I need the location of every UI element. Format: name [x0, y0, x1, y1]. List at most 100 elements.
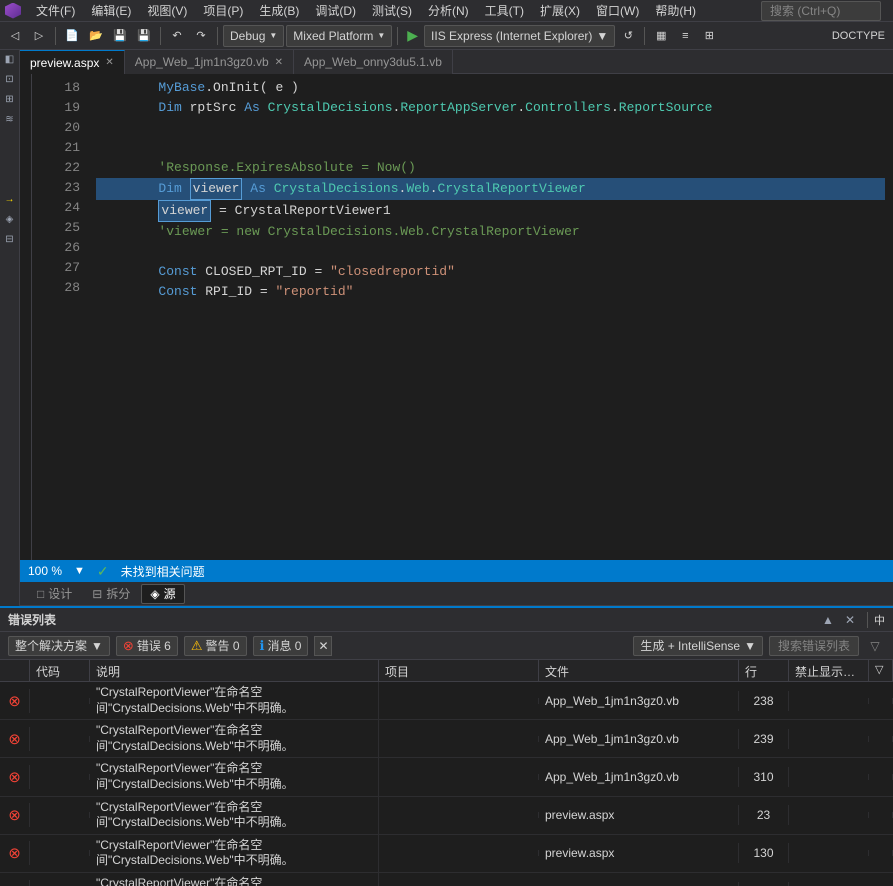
- no-issues-icon: ✓: [97, 563, 109, 580]
- error-row-4[interactable]: ⊗ "CrystalReportViewer"在命名空间"CrystalDeci…: [0, 835, 893, 873]
- layout-btn1[interactable]: ▦: [650, 25, 672, 47]
- col-file[interactable]: 文件: [539, 660, 739, 681]
- menu-extend[interactable]: 扩展(X): [532, 0, 588, 21]
- save-all-btn[interactable]: 💾: [133, 25, 155, 47]
- line-numbers: 18 19 20 21 22 23 24 25 26 27 28: [48, 74, 88, 560]
- menu-file[interactable]: 文件(F): [28, 0, 83, 21]
- error-row-0[interactable]: ⊗ "CrystalReportViewer"在命名空间"CrystalDeci…: [0, 682, 893, 720]
- back-btn[interactable]: ◁: [4, 25, 26, 47]
- sidebar-icon-3[interactable]: ⊞: [2, 94, 18, 110]
- error-row-1[interactable]: ⊗ "CrystalReportViewer"在命名空间"CrystalDeci…: [0, 720, 893, 758]
- sidebar-icon-6[interactable]: ⊟: [2, 234, 18, 250]
- fwd-btn[interactable]: ▷: [28, 25, 50, 47]
- menu-edit[interactable]: 编辑(E): [83, 0, 139, 21]
- error-icon-2: ⊗: [0, 765, 30, 789]
- warning-icon: ⚠: [191, 638, 203, 654]
- menu-help[interactable]: 帮助(H): [647, 0, 704, 21]
- filter-btn[interactable]: ✕: [314, 636, 332, 656]
- error-x-icon: ⊗: [123, 638, 134, 654]
- menu-debug[interactable]: 调试(D): [307, 0, 364, 21]
- col-indicator: [0, 660, 30, 681]
- error-code-1: [30, 736, 90, 742]
- error-row-5[interactable]: ⊗ "CrystalReportViewer"在命名空间"CrystalDeci…: [0, 873, 893, 886]
- editor-area: preview.aspx ✕ App_Web_1jm1n3gz0.vb ✕ Ap…: [20, 50, 893, 606]
- error-line-4: 130: [739, 843, 789, 863]
- tab-preview-aspx[interactable]: preview.aspx ✕: [20, 50, 125, 74]
- tab-split[interactable]: ⊟ 拆分: [83, 584, 139, 604]
- menu-view[interactable]: 视图(V): [139, 0, 195, 21]
- undo-btn[interactable]: ↶: [166, 25, 188, 47]
- error-row-2[interactable]: ⊗ "CrystalReportViewer"在命名空间"CrystalDeci…: [0, 758, 893, 796]
- code-content[interactable]: MyBase.OnInit( e ) Dim rptSrc As Crystal…: [88, 74, 893, 560]
- code-line-26: [96, 242, 885, 262]
- platform-dropdown[interactable]: Mixed Platform ▼: [286, 25, 392, 47]
- code-line-19: Dim rptSrc As CrystalDecisions.ReportApp…: [96, 98, 885, 118]
- close-tab-1-icon[interactable]: ✕: [275, 57, 283, 68]
- error-row-3[interactable]: ⊗ "CrystalReportViewer"在命名空间"CrystalDeci…: [0, 797, 893, 835]
- save-btn[interactable]: 💾: [109, 25, 131, 47]
- error-msg-0: "CrystalReportViewer"在命名空间"CrystalDecisi…: [90, 682, 379, 719]
- menu-analyze[interactable]: 分析(N): [420, 0, 477, 21]
- menu-build[interactable]: 生成(B): [251, 0, 307, 21]
- warning-count-badge[interactable]: ⚠ 警告 0: [184, 636, 247, 656]
- col-suppress[interactable]: 禁止显示状态: [789, 660, 869, 681]
- code-line-28: Const RPI_ID = "reportid": [96, 282, 885, 302]
- error-proj-0: [379, 698, 539, 704]
- code-line-25: 'viewer = new CrystalDecisions.Web.Cryst…: [96, 222, 885, 242]
- status-bar: 100 % ▼ ✓ 未找到相关问题: [20, 560, 893, 582]
- sidebar-icon-5[interactable]: ◈: [2, 214, 18, 230]
- code-line-23: Dim viewer As CrystalDecisions.Web.Cryst…: [96, 178, 885, 200]
- filter-icon[interactable]: ▽: [865, 636, 885, 656]
- col-line[interactable]: 行: [739, 660, 789, 681]
- col-project[interactable]: 项目: [379, 660, 539, 681]
- error-msg-5: "CrystalReportViewer"在命名空间"CrystalDecisi…: [90, 873, 379, 886]
- new-file-btn[interactable]: 📄: [61, 25, 83, 47]
- error-code-2: [30, 774, 90, 780]
- error-icon-3: ⊗: [0, 803, 30, 827]
- debug-dropdown[interactable]: Debug ▼: [223, 25, 284, 47]
- col-filter-icon[interactable]: ▽: [869, 660, 893, 681]
- platform-arrow-icon: ▼: [377, 31, 385, 40]
- tab-source[interactable]: ◈ 源: [141, 584, 184, 604]
- tab-design[interactable]: □ 设计: [28, 584, 81, 604]
- run-btn[interactable]: ▶: [403, 27, 422, 44]
- left-sidebar: ◧ ⊡ ⊞ ≋ → ◈ ⊟: [0, 50, 20, 606]
- error-extra-1: [869, 736, 893, 742]
- menu-bar: 文件(F) 编辑(E) 视图(V) 项目(P) 生成(B) 调试(D) 测试(S…: [0, 0, 893, 22]
- col-description[interactable]: 说明: [90, 660, 379, 681]
- sidebar-icon-4[interactable]: ≋: [2, 114, 18, 130]
- global-search-input[interactable]: 搜索 (Ctrl+Q): [761, 1, 881, 21]
- layout-btn2[interactable]: ≡: [674, 25, 696, 47]
- menu-test[interactable]: 测试(S): [364, 0, 420, 21]
- tab-app-web-1[interactable]: App_Web_1jm1n3gz0.vb ✕: [125, 50, 294, 74]
- error-icon-5: ⊗: [0, 880, 30, 886]
- message-count-badge[interactable]: ℹ 消息 0: [253, 636, 309, 656]
- error-count-badge[interactable]: ⊗ 错误 6: [116, 636, 178, 656]
- error-toolbar: 整个解决方案 ▼ ⊗ 错误 6 ⚠ 警告 0 ℹ 消息 0 ✕ 生成 + Int…: [0, 632, 893, 660]
- layout-btn3[interactable]: ⊞: [698, 25, 720, 47]
- iis-dropdown[interactable]: IIS Express (Internet Explorer) ▼: [424, 25, 615, 47]
- error-file-4: preview.aspx: [539, 843, 739, 863]
- error-table-header: 代码 说明 项目 文件 行 禁止显示状态 ▽: [0, 660, 893, 682]
- scope-dropdown[interactable]: 整个解决方案 ▼: [8, 636, 110, 656]
- sidebar-icon-1[interactable]: ◧: [2, 54, 18, 70]
- tab-app-web-2[interactable]: App_Web_onny3du5.1.vb: [294, 50, 453, 74]
- sep4: [397, 27, 398, 45]
- build-dropdown[interactable]: 生成 + IntelliSense ▼: [633, 636, 763, 656]
- col-code[interactable]: 代码: [30, 660, 90, 681]
- close-tab-0-icon[interactable]: ✕: [105, 57, 113, 68]
- panel-maximize-btn[interactable]: ▲: [819, 611, 837, 629]
- menu-window[interactable]: 窗口(W): [588, 0, 647, 21]
- code-line-20: [96, 118, 885, 138]
- sidebar-icon-arrow[interactable]: →: [2, 194, 18, 210]
- error-suppress-3: [789, 812, 869, 818]
- search-errors-input[interactable]: 搜索错误列表: [769, 636, 859, 656]
- open-btn[interactable]: 📂: [85, 25, 107, 47]
- redo-btn[interactable]: ↷: [190, 25, 212, 47]
- refresh-btn[interactable]: ↺: [617, 25, 639, 47]
- panel-close-btn[interactable]: ✕: [841, 611, 859, 629]
- menu-tools[interactable]: 工具(T): [477, 0, 532, 21]
- sidebar-icon-2[interactable]: ⊡: [2, 74, 18, 90]
- menu-project[interactable]: 项目(P): [195, 0, 251, 21]
- zoom-level: 100 %: [28, 564, 62, 578]
